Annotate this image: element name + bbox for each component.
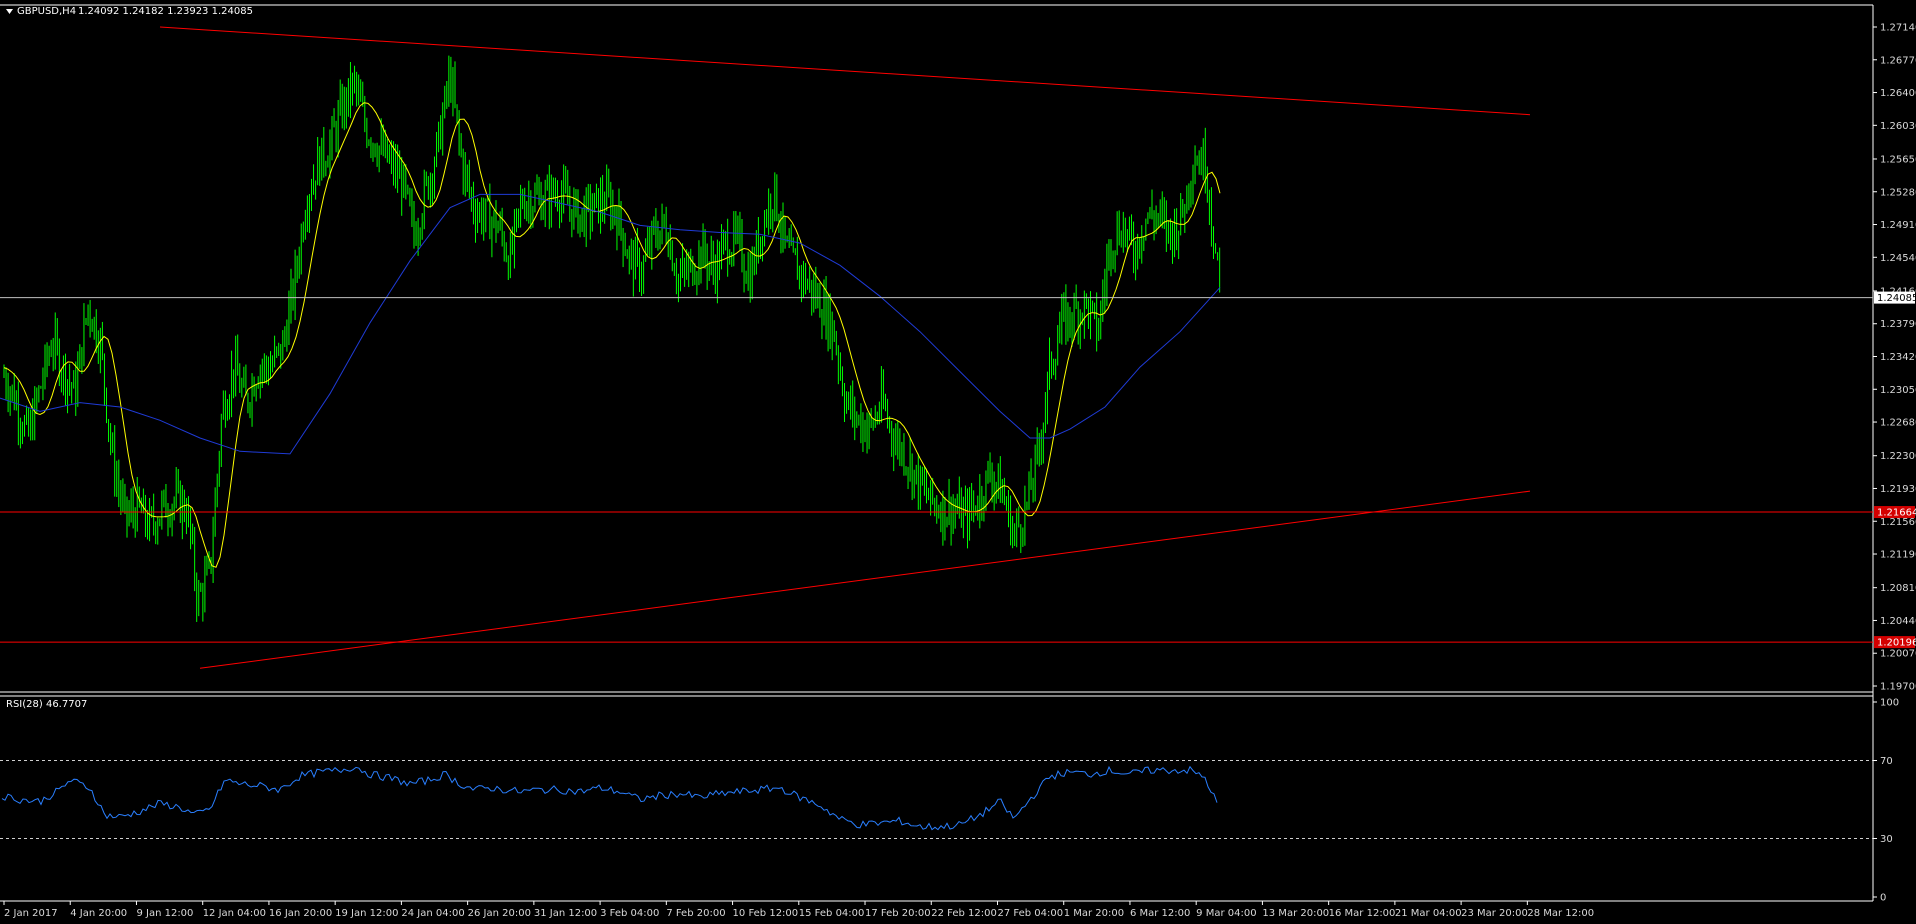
y-tick-label: 1.21930 [1880, 484, 1916, 495]
ma-slow-line [0, 193, 1221, 455]
x-tick-label: 4 Jan 20:00 [70, 908, 127, 919]
support-level-label: 1.21664 [1877, 508, 1916, 519]
trendline [159, 26, 1531, 116]
x-tick-label: 3 Feb 04:00 [600, 908, 659, 919]
support-level-label: 1.20196 [1877, 638, 1916, 649]
x-tick-label: 17 Feb 20:00 [865, 908, 931, 919]
x-tick-label: 7 Feb 20:00 [666, 908, 725, 919]
y-tick-label: 1.23790 [1880, 319, 1916, 330]
x-tick-label: 27 Feb 04:00 [997, 908, 1063, 919]
x-tick-label: 9 Mar 04:00 [1196, 908, 1256, 919]
x-tick-label: 24 Jan 04:00 [401, 908, 464, 919]
x-tick-label: 23 Mar 20:00 [1461, 908, 1528, 919]
y-tick-label: 1.20440 [1880, 616, 1916, 627]
rsi-y-tick-label: 0 [1880, 893, 1886, 904]
rsi-header-label: RSI(28) 46.7707 [6, 699, 87, 710]
y-tick-label: 1.27140 [1880, 23, 1916, 34]
chart-svg: 1.27140 1.26770 1.26400 1.26030 1.25650 1.252… [0, 4, 1916, 919]
y-tick-label: 1.24540 [1880, 253, 1916, 264]
x-tick-label: 13 Mar 20:00 [1262, 908, 1329, 919]
x-tick-label: 1 Mar 20:00 [1064, 908, 1124, 919]
x-tick-label: 28 Mar 12:00 [1527, 908, 1594, 919]
x-tick-label: 16 Mar 12:00 [1329, 908, 1396, 919]
x-tick-label: 31 Jan 12:00 [534, 908, 597, 919]
x-tick-label: 22 Feb 12:00 [931, 908, 997, 919]
y-tick-label: 1.25650 [1880, 154, 1916, 165]
x-tick-label: 16 Jan 20:00 [269, 908, 332, 919]
current-level-label: 1.24085 [1877, 293, 1916, 304]
y-tick-label: 1.19700 [1880, 682, 1916, 693]
y-tick-label: 1.20070 [1880, 649, 1916, 660]
y-tick-label: 1.26770 [1880, 55, 1916, 66]
x-tick-label: 21 Mar 04:00 [1395, 908, 1462, 919]
x-tick-label: 26 Jan 20:00 [468, 908, 531, 919]
y-tick-label: 1.20810 [1880, 583, 1916, 594]
y-tick-label: 1.24910 [1880, 220, 1916, 231]
x-tick-label: 10 Feb 12:00 [733, 908, 799, 919]
y-tick-label: 1.23050 [1880, 385, 1916, 396]
rsi-line [1, 765, 1218, 831]
y-tick-label: 1.22680 [1880, 418, 1916, 429]
y-tick-label: 1.26400 [1880, 88, 1916, 99]
x-tick-label: 2 Jan 2017 [4, 908, 58, 919]
y-tick-label: 1.26030 [1880, 121, 1916, 132]
x-tick-label: 6 Mar 12:00 [1130, 908, 1190, 919]
symbol-label: GBPUSD,H4 [17, 6, 76, 17]
y-tick-label: 1.25280 [1880, 187, 1916, 198]
rsi-y-tick-label: 30 [1880, 834, 1893, 845]
y-tick-label: 1.23420 [1880, 352, 1916, 363]
x-tick-label: 12 Jan 04:00 [203, 908, 266, 919]
x-tick-label: 19 Jan 12:00 [335, 908, 398, 919]
chart-window: 1.27140 1.26770 1.26400 1.26030 1.25650 1.252… [0, 0, 1916, 924]
y-tick-label: 1.22300 [1880, 451, 1916, 462]
y-tick-label: 1.21190 [1880, 550, 1916, 561]
collapse-triangle-icon[interactable] [6, 9, 13, 14]
rsi-y-tick-label: 70 [1880, 756, 1893, 767]
ohlc-label: 1.24092 1.24182 1.23923 1.24085 [78, 6, 253, 17]
x-tick-label: 9 Jan 12:00 [136, 908, 193, 919]
x-tick-label: 15 Feb 04:00 [799, 908, 865, 919]
ma-fast-line [3, 102, 1221, 568]
rsi-y-tick-label: 100 [1880, 698, 1899, 709]
